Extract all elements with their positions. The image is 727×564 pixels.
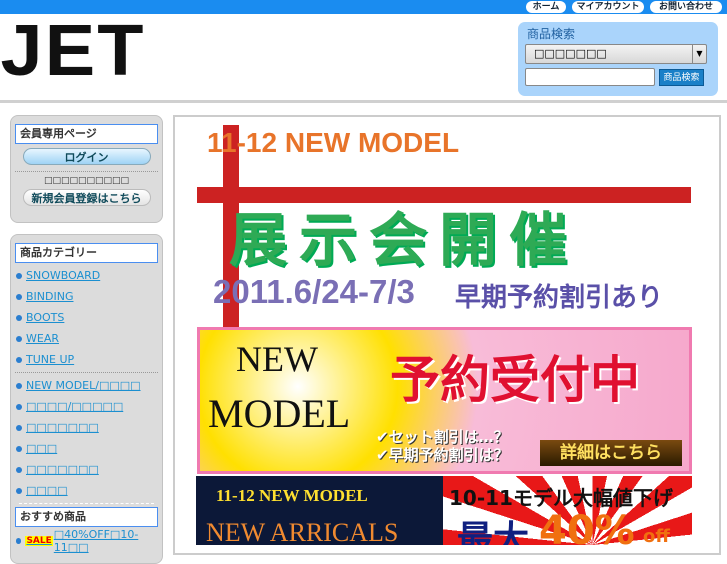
bullet-icon <box>16 403 22 410</box>
category-label: □□□ <box>26 442 58 455</box>
banner-percent: 40% <box>539 508 635 545</box>
category-item[interactable]: □□□□□□□ <box>11 459 162 480</box>
bullet-icon <box>16 335 22 342</box>
bullet-icon <box>16 314 22 321</box>
category-binding[interactable]: BINDING <box>11 286 162 307</box>
category-wear[interactable]: WEAR <box>11 328 162 349</box>
banner-dates: 2011.6/24-7/3 <box>213 273 415 310</box>
sale-badge: SALE <box>25 535 53 546</box>
category-snowboard[interactable]: SNOWBOARD <box>11 265 162 286</box>
banner-max: 最大 <box>457 519 530 545</box>
bullet-icon <box>16 424 22 431</box>
category-label: BINDING <box>26 290 74 303</box>
category-boots[interactable]: BOOTS <box>11 307 162 328</box>
banner-arrivals: NEW ARRICALS <box>206 518 399 545</box>
category-new-model[interactable]: NEW MODEL/□□□□ <box>11 375 162 396</box>
category-label: NEW MODEL/□□□□ <box>26 379 141 392</box>
bullet-icon <box>16 445 22 452</box>
bullet-icon <box>16 487 22 494</box>
banner-early-text: 早期予約割引は？ <box>388 446 509 464</box>
banner-new-arrivals[interactable]: 11-12 NEW MODEL NEW ARRICALS <box>196 476 443 545</box>
recommended-item[interactable]: SALE □40%OFF□10-11□□ <box>11 527 162 554</box>
recommended-label: □40%OFF□10-11□□ <box>53 527 139 554</box>
bullet-icon <box>16 382 22 389</box>
bullet-icon <box>16 537 22 544</box>
login-button[interactable]: ログイン <box>22 148 151 165</box>
register-button[interactable]: 新規会員登録はこちら <box>22 189 151 206</box>
banner-exhibition[interactable]: 11-12 NEW MODEL 展示会開催 2011.6/24-7/3 早期予約… <box>197 125 691 327</box>
banner-early-discount: 早期予約割引あり <box>455 283 664 313</box>
banner-new: NEW <box>236 339 318 379</box>
banner-model: 11-12 NEW MODEL <box>216 486 368 505</box>
member-title: 会員専用ページ <box>15 124 158 144</box>
banner-sale[interactable]: 10-11モデル大幅値下げ 最大 40% off <box>443 476 692 545</box>
bullet-icon <box>16 293 22 300</box>
nav-home[interactable]: ホーム <box>526 1 566 13</box>
category-title: 商品カテゴリー <box>15 243 158 263</box>
divider <box>15 171 158 172</box>
details-button[interactable]: 詳細はこちら <box>540 440 682 466</box>
category-label: BOOTS <box>26 311 65 324</box>
category-label: □□□□ <box>26 484 68 497</box>
bullet-icon <box>16 466 22 473</box>
banner-early: ✔早期予約割引は？ <box>376 446 509 464</box>
category-label: TUNE UP <box>26 353 75 366</box>
category-label: WEAR <box>26 332 59 345</box>
category-label: SNOWBOARD <box>26 269 101 282</box>
category-box: 商品カテゴリー SNOWBOARD BINDING BOOTS WEAR TUN… <box>10 234 163 564</box>
header-divider <box>0 100 727 103</box>
search-input[interactable] <box>525 68 655 86</box>
search-button[interactable]: 商品検索 <box>659 69 704 86</box>
nav-contact[interactable]: お問い合わせ <box>650 1 722 13</box>
divider <box>15 372 158 373</box>
category-label: □□□□□□□ <box>26 421 99 434</box>
category-item[interactable]: □□□□ <box>11 480 162 501</box>
category-tune-up[interactable]: TUNE UP <box>11 349 162 370</box>
banner-model: MODEL <box>208 391 351 436</box>
banner-headline: 10-11モデル大幅値下げ <box>449 486 673 510</box>
category-select[interactable]: □□□□□□□ ▼ <box>525 44 707 64</box>
category-item[interactable]: □□□ <box>11 438 162 459</box>
divider <box>19 503 154 504</box>
category-label: □□□□□□□ <box>26 463 99 476</box>
category-item[interactable]: □□□□/□□□□□ <box>11 396 162 417</box>
banner-headline: 展示会開催 <box>229 206 580 274</box>
search-title: 商品検索 <box>527 27 576 41</box>
bullet-icon <box>16 356 22 363</box>
member-box: 会員専用ページ ログイン □□□□□□□□□□ 新規会員登録はこちら <box>10 115 163 223</box>
chevron-down-icon: ▼ <box>692 45 706 63</box>
banner-off: off <box>643 526 670 545</box>
logo[interactable]: JET <box>1 10 146 92</box>
recommended-title: おすすめ商品 <box>15 507 158 527</box>
banner-reservation[interactable]: NEW MODEL 予約受付中 ✔セット割引は…？ ✔早期予約割引は？ 詳細はこ… <box>197 327 692 474</box>
category-label: □□□□/□□□□□ <box>26 400 124 413</box>
banner-headline: 予約受付中 <box>390 351 640 409</box>
category-item[interactable]: □□□□□□□ <box>11 417 162 438</box>
banner-model-text: 11-12 NEW MODEL <box>207 127 460 158</box>
search-panel: 商品検索 □□□□□□□ ▼ 商品検索 <box>518 22 718 96</box>
nav-my-account[interactable]: マイアカウント <box>572 1 644 13</box>
bullet-icon <box>16 272 22 279</box>
member-note: □□□□□□□□□□ <box>43 176 130 186</box>
category-selected: □□□□□□□ <box>534 47 607 60</box>
